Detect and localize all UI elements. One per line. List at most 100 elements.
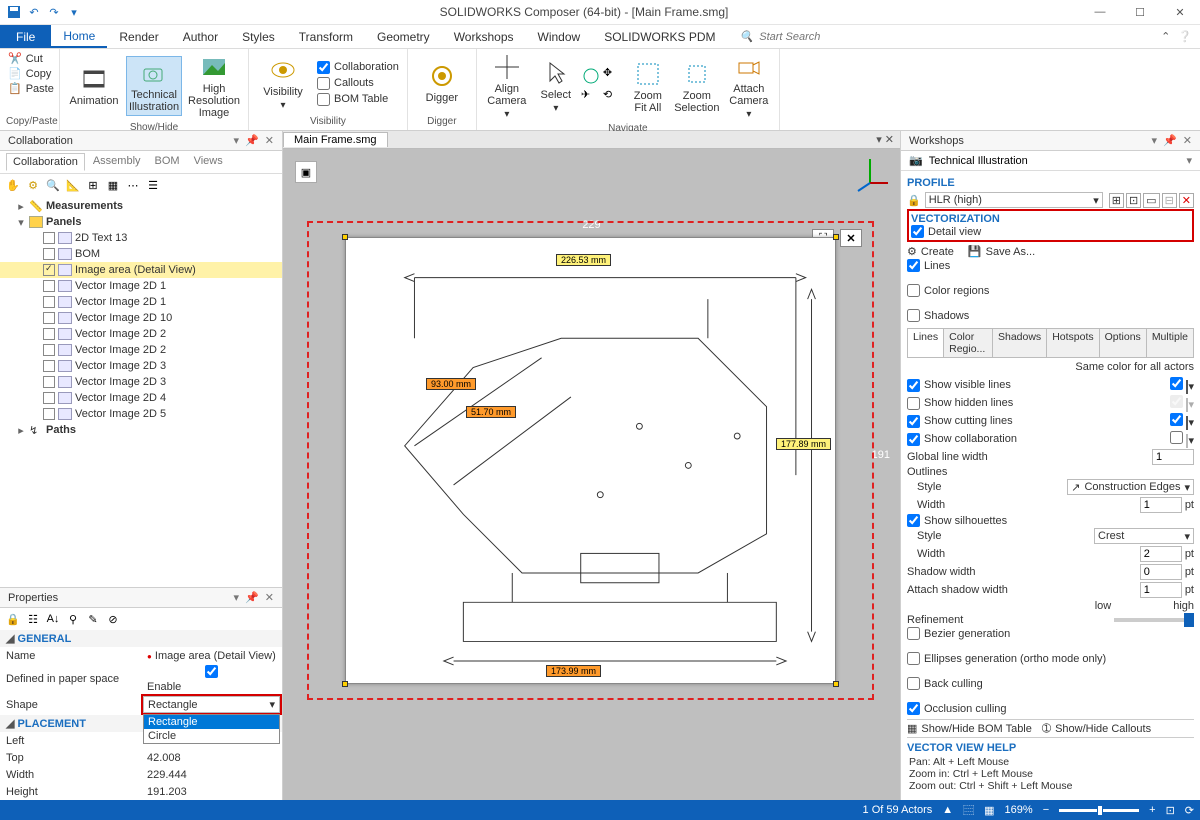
tree-item[interactable]: Vector Image 2D 3 [0, 374, 282, 390]
cut-button[interactable]: ✂️Cut [6, 51, 45, 66]
scl-same[interactable] [1170, 413, 1183, 426]
checkbox-icon[interactable] [43, 248, 55, 260]
tb-icon-4[interactable]: 📐 [64, 176, 82, 194]
callouts-toggle[interactable]: Callouts [315, 76, 401, 91]
tab-window[interactable]: Window [526, 25, 593, 48]
refinement-slider[interactable] [1114, 618, 1194, 622]
outline-style-select[interactable]: ↗Construction Edges▾ [1067, 479, 1194, 495]
tree-item[interactable]: Vector Image 2D 2 [0, 326, 282, 342]
save-as-button[interactable]: 💾Save As... [968, 245, 1035, 258]
cutting-color[interactable] [1186, 416, 1188, 430]
collab-tab-bom[interactable]: BOM [149, 153, 186, 171]
backcull-checkbox[interactable]: Back culling [907, 677, 1194, 690]
tab-geometry[interactable]: Geometry [365, 25, 442, 48]
profile-btn-4[interactable]: ⊟ [1162, 193, 1177, 208]
collab-tab-assembly[interactable]: Assembly [87, 153, 147, 171]
nav-icon-4[interactable]: ⟲ [603, 88, 623, 108]
svl-same[interactable] [1170, 377, 1183, 390]
handle[interactable] [342, 234, 348, 240]
checkbox-icon[interactable] [43, 296, 55, 308]
wtab-hotspots[interactable]: Hotspots [1047, 329, 1099, 357]
animation-button[interactable]: Animation [66, 63, 122, 109]
minimize-button[interactable]: — [1080, 0, 1120, 25]
visibility-button[interactable]: Visibility▾ [255, 54, 311, 113]
panel-dropdown-icon[interactable]: ▾ [234, 134, 240, 147]
tb-icon-2[interactable]: ⚙ [24, 176, 42, 194]
sil-style-select[interactable]: Crest▾ [1094, 528, 1194, 544]
digger-button[interactable]: Digger [414, 60, 470, 106]
tab-author[interactable]: Author [171, 25, 230, 48]
tree-item[interactable]: Vector Image 2D 10 [0, 310, 282, 326]
viewport[interactable]: ▣ 229 191 ⛶ ✕ [283, 149, 900, 800]
selection-rect[interactable]: ⛶ ✕ [307, 221, 874, 700]
wtab-multiple[interactable]: Multiple [1147, 329, 1193, 357]
checkbox-icon[interactable] [43, 328, 55, 340]
show-collaboration[interactable]: Show collaboration [907, 433, 1017, 446]
highres-image-button[interactable]: High Resolution Image [186, 51, 242, 121]
panel-close-icon[interactable]: ✕ [265, 134, 274, 147]
sc-same[interactable] [1170, 431, 1183, 444]
showhide-bom-button[interactable]: ▦Show/Hide BOM Table [907, 722, 1032, 735]
tb-icon-3[interactable]: 🔍 [44, 176, 62, 194]
checkbox-icon[interactable] [43, 344, 55, 356]
bezier-checkbox[interactable]: Bezier generation [907, 627, 1194, 640]
show-cutting-lines[interactable]: Show cutting lines [907, 415, 1013, 428]
zoom-fit-all-button[interactable]: Zoom Fit All [627, 58, 669, 116]
ellipses-checkbox[interactable]: Ellipses generation (ortho mode only) [907, 652, 1194, 665]
checkbox-icon[interactable] [43, 360, 55, 372]
nav-icon-1[interactable] [581, 66, 601, 86]
tab-workshops[interactable]: Workshops [442, 25, 526, 48]
handle[interactable] [833, 681, 839, 687]
tree-item[interactable]: Vector Image 2D 4 [0, 390, 282, 406]
tb-icon-6[interactable]: ▦ [104, 176, 122, 194]
zoom-out-button[interactable]: − [1043, 804, 1049, 816]
visible-color[interactable] [1186, 380, 1188, 394]
search-input[interactable] [759, 31, 899, 43]
doc-tab-dropdown[interactable]: ▾ ✕ [876, 133, 900, 146]
shape-dropdown[interactable]: Rectangle▾ Rectangle Circle [141, 694, 282, 715]
attach-shadow-width-input[interactable] [1140, 582, 1182, 598]
tab-home[interactable]: Home [51, 25, 107, 48]
lines-checkbox[interactable]: Lines [907, 259, 1194, 272]
checkbox-icon[interactable] [43, 264, 55, 276]
tree-item[interactable]: Image area (Detail View) [0, 262, 282, 278]
close-button[interactable]: ✕ [1160, 0, 1200, 25]
ptb-5[interactable]: ✎ [84, 610, 102, 628]
prop-name-value[interactable]: ● Image area (Detail View) [141, 647, 282, 664]
shadow-width-input[interactable] [1140, 564, 1182, 580]
select-button[interactable]: Select▾ [535, 57, 577, 116]
checkbox-icon[interactable] [43, 232, 55, 244]
tree-item[interactable]: BOM [0, 246, 282, 262]
prop-width-value[interactable]: 229.444 [141, 766, 282, 783]
checkbox-icon[interactable] [43, 312, 55, 324]
profile-btn-5[interactable]: ✕ [1179, 193, 1194, 208]
panel-close-icon[interactable]: ✕ [1183, 134, 1192, 147]
wtab-color[interactable]: Color Regio... [944, 329, 993, 357]
status-icon-axes[interactable]: ⿳ [963, 802, 974, 818]
handle[interactable] [833, 234, 839, 240]
status-icon-1[interactable]: ▲ [942, 804, 953, 816]
shape-option-circle[interactable]: Circle [144, 729, 279, 743]
tb-icon-1[interactable]: ✋ [4, 176, 22, 194]
tb-icon-8[interactable]: ☰ [144, 176, 162, 194]
ptb-3[interactable]: A↓ [44, 610, 62, 628]
tree-item[interactable]: Vector Image 2D 3 [0, 358, 282, 374]
attach-camera-button[interactable]: Attach Camera▾ [725, 51, 773, 122]
ptb-6[interactable]: ⊘ [104, 610, 122, 628]
create-button[interactable]: ⚙Create [907, 245, 954, 258]
checkbox-icon[interactable] [43, 280, 55, 292]
prop-top-value[interactable]: 42.008 [141, 749, 282, 766]
paste-button[interactable]: 📋Paste [6, 81, 56, 96]
shape-option-rectangle[interactable]: Rectangle [144, 715, 279, 729]
zoom-selection-button[interactable]: Zoom Selection [673, 58, 721, 116]
close-icon[interactable]: ✕ [840, 229, 862, 247]
tree-item[interactable]: Vector Image 2D 1 [0, 294, 282, 310]
collaboration-toggle[interactable]: Collaboration [315, 60, 401, 75]
maximize-button[interactable]: ☐ [1120, 0, 1160, 25]
ptb-1[interactable]: 🔒 [4, 610, 22, 628]
pin-icon[interactable]: 📌 [245, 591, 259, 604]
detail-view-checkbox[interactable]: Detail view [911, 225, 1190, 238]
save-icon[interactable] [6, 4, 22, 20]
qat-dropdown-icon[interactable]: ▾ [66, 4, 82, 20]
profile-btn-3[interactable]: ▭ [1143, 193, 1159, 208]
